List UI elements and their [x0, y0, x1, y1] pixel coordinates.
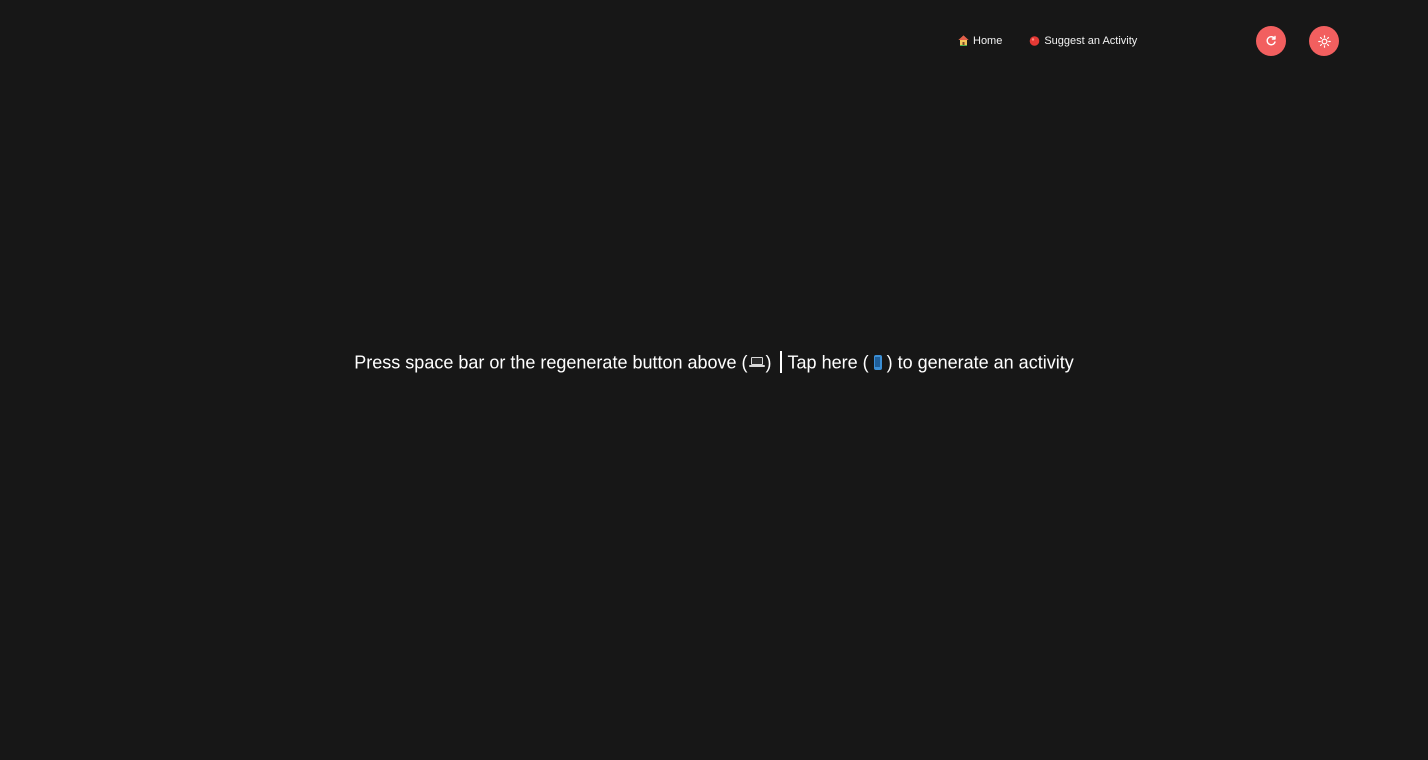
instruction-part3[interactable]: Tap here ( [788, 352, 869, 372]
instruction-part4: ) to generate an activity [886, 352, 1074, 373]
red-circle-icon [1028, 35, 1040, 47]
instruction-text: Press space bar or the regenerate button… [0, 349, 1428, 374]
divider [779, 351, 782, 374]
nav-suggest-link[interactable]: Suggest an Activity [1028, 33, 1137, 49]
sun-icon [1317, 34, 1331, 48]
mobile-phone-icon[interactable] [869, 355, 887, 371]
theme-toggle-button[interactable] [1309, 26, 1339, 56]
house-icon [957, 35, 969, 47]
instruction-part1: Press space bar or the regenerate button… [354, 352, 748, 373]
nav-home-link[interactable]: Home [957, 33, 1002, 49]
instruction-part2: ) [765, 352, 772, 373]
nav-home-label: Home [973, 35, 1003, 47]
regenerate-button[interactable] [1256, 26, 1286, 56]
laptop-icon [748, 355, 766, 369]
page: Home Suggest an Activity Press space bar… [0, 0, 1428, 760]
nav-suggest-label: Suggest an Activity [1044, 35, 1138, 47]
refresh-icon [1265, 35, 1277, 47]
top-nav: Home Suggest an Activity [957, 33, 1137, 49]
